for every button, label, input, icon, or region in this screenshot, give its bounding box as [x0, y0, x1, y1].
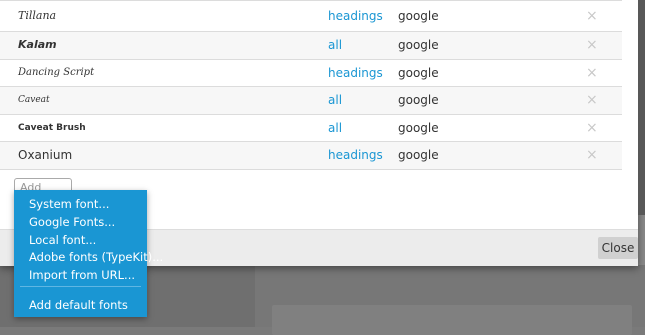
font-table: Tillana headings google × Kalam all goog… [0, 0, 622, 170]
menu-item-add-default-fonts[interactable]: Add default fonts [29, 296, 128, 314]
menu-item-adobe-fonts[interactable]: Adobe fonts (TypeKit)... [29, 248, 163, 266]
font-usage-link[interactable]: headings [328, 60, 383, 86]
remove-font-icon[interactable]: × [586, 115, 598, 141]
font-name: Kalam [18, 38, 57, 51]
menu-item-google-fonts[interactable]: Google Fonts... [29, 213, 115, 231]
font-source: google [398, 148, 439, 162]
remove-font-icon[interactable]: × [586, 87, 598, 113]
font-name: Oxanium [18, 148, 73, 162]
table-row: Caveat all google × [0, 87, 622, 115]
remove-font-icon[interactable]: × [586, 142, 598, 168]
font-usage-link[interactable]: all [328, 87, 342, 113]
table-row: Tillana headings google × [0, 0, 622, 32]
menu-item-import-url[interactable]: Import from URL... [29, 266, 135, 284]
scrollbar[interactable] [638, 0, 645, 215]
font-usage-link[interactable]: headings [328, 1, 383, 31]
menu-divider [20, 286, 141, 287]
font-source: google [398, 65, 439, 80]
font-name: Caveat Brush [18, 122, 86, 133]
font-name: Caveat [18, 95, 50, 105]
close-button[interactable]: Close [598, 237, 638, 259]
font-usage-link[interactable]: all [328, 32, 342, 58]
font-source: google [398, 9, 439, 23]
font-usage-link[interactable]: headings [328, 142, 383, 168]
table-row: Dancing Script headings google × [0, 60, 622, 87]
font-source: google [398, 93, 439, 107]
table-row: Caveat Brush all google × [0, 115, 622, 142]
remove-font-icon[interactable]: × [586, 1, 598, 31]
menu-item-local-font[interactable]: Local font... [29, 231, 96, 249]
remove-font-icon[interactable]: × [586, 60, 598, 86]
menu-item-system-font[interactable]: System font... [29, 195, 109, 213]
font-name: Dancing Script [18, 66, 95, 78]
background-card [272, 305, 632, 335]
add-font-menu: System font... Google Fonts... Local fon… [14, 190, 163, 317]
font-source: google [398, 120, 439, 135]
font-name: Tillana [18, 9, 57, 22]
font-source: google [398, 38, 439, 52]
table-row: Oxanium headings google × [0, 142, 622, 170]
remove-font-icon[interactable]: × [586, 32, 598, 58]
font-usage-link[interactable]: all [328, 115, 342, 141]
table-row: Kalam all google × [0, 32, 622, 60]
